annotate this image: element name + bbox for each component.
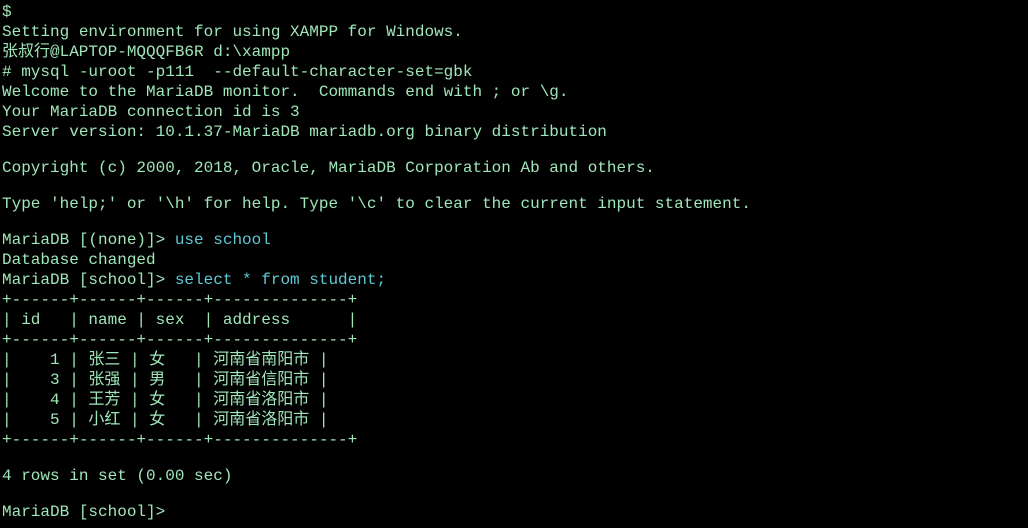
text-line: Server version: 10.1.37-MariaDB mariadb.… <box>2 122 1026 142</box>
text-line: Type 'help;' or '\h' for help. Type '\c'… <box>2 194 1026 214</box>
text-line: Copyright (c) 2000, 2018, Oracle, MariaD… <box>2 158 1026 178</box>
table-row: | 1 | 张三 | 女 | 河南省南阳市 | <box>2 350 1026 370</box>
table-row: | 4 | 王芳 | 女 | 河南省洛阳市 | <box>2 390 1026 410</box>
table-border: +------+------+------+--------------+ <box>2 290 1026 310</box>
text-line: Database changed <box>2 250 1026 270</box>
table-row: | 3 | 张强 | 男 | 河南省信阳市 | <box>2 370 1026 390</box>
result-summary: 4 rows in set (0.00 sec) <box>2 466 1026 486</box>
table-border: +------+------+------+--------------+ <box>2 430 1026 450</box>
table-row: | 5 | 小红 | 女 | 河南省洛阳市 | <box>2 410 1026 430</box>
mariadb-prompt: MariaDB [school]> <box>2 503 175 521</box>
prompt-dollar: $ <box>2 2 1026 22</box>
table-border: +------+------+------+--------------+ <box>2 330 1026 350</box>
text-line: Your MariaDB connection id is 3 <box>2 102 1026 122</box>
sql-command: use school <box>175 231 271 249</box>
prompt-line: MariaDB [(none)]> use school <box>2 230 1026 250</box>
text-line: Welcome to the MariaDB monitor. Commands… <box>2 82 1026 102</box>
mariadb-prompt: MariaDB [(none)]> <box>2 231 175 249</box>
mariadb-prompt: MariaDB [school]> <box>2 271 175 289</box>
terminal[interactable]: $ Setting environment for using XAMPP fo… <box>2 2 1026 522</box>
table-header: | id | name | sex | address | <box>2 310 1026 330</box>
prompt-line[interactable]: MariaDB [school]> <box>2 502 1026 522</box>
text-line: Setting environment for using XAMPP for … <box>2 22 1026 42</box>
text-line: 张叔行@LAPTOP-MQQQFB6R d:\xampp <box>2 42 1026 62</box>
prompt-line: MariaDB [school]> select * from student; <box>2 270 1026 290</box>
sql-command: select * from student; <box>175 271 386 289</box>
text-line: # mysql -uroot -p111 --default-character… <box>2 62 1026 82</box>
